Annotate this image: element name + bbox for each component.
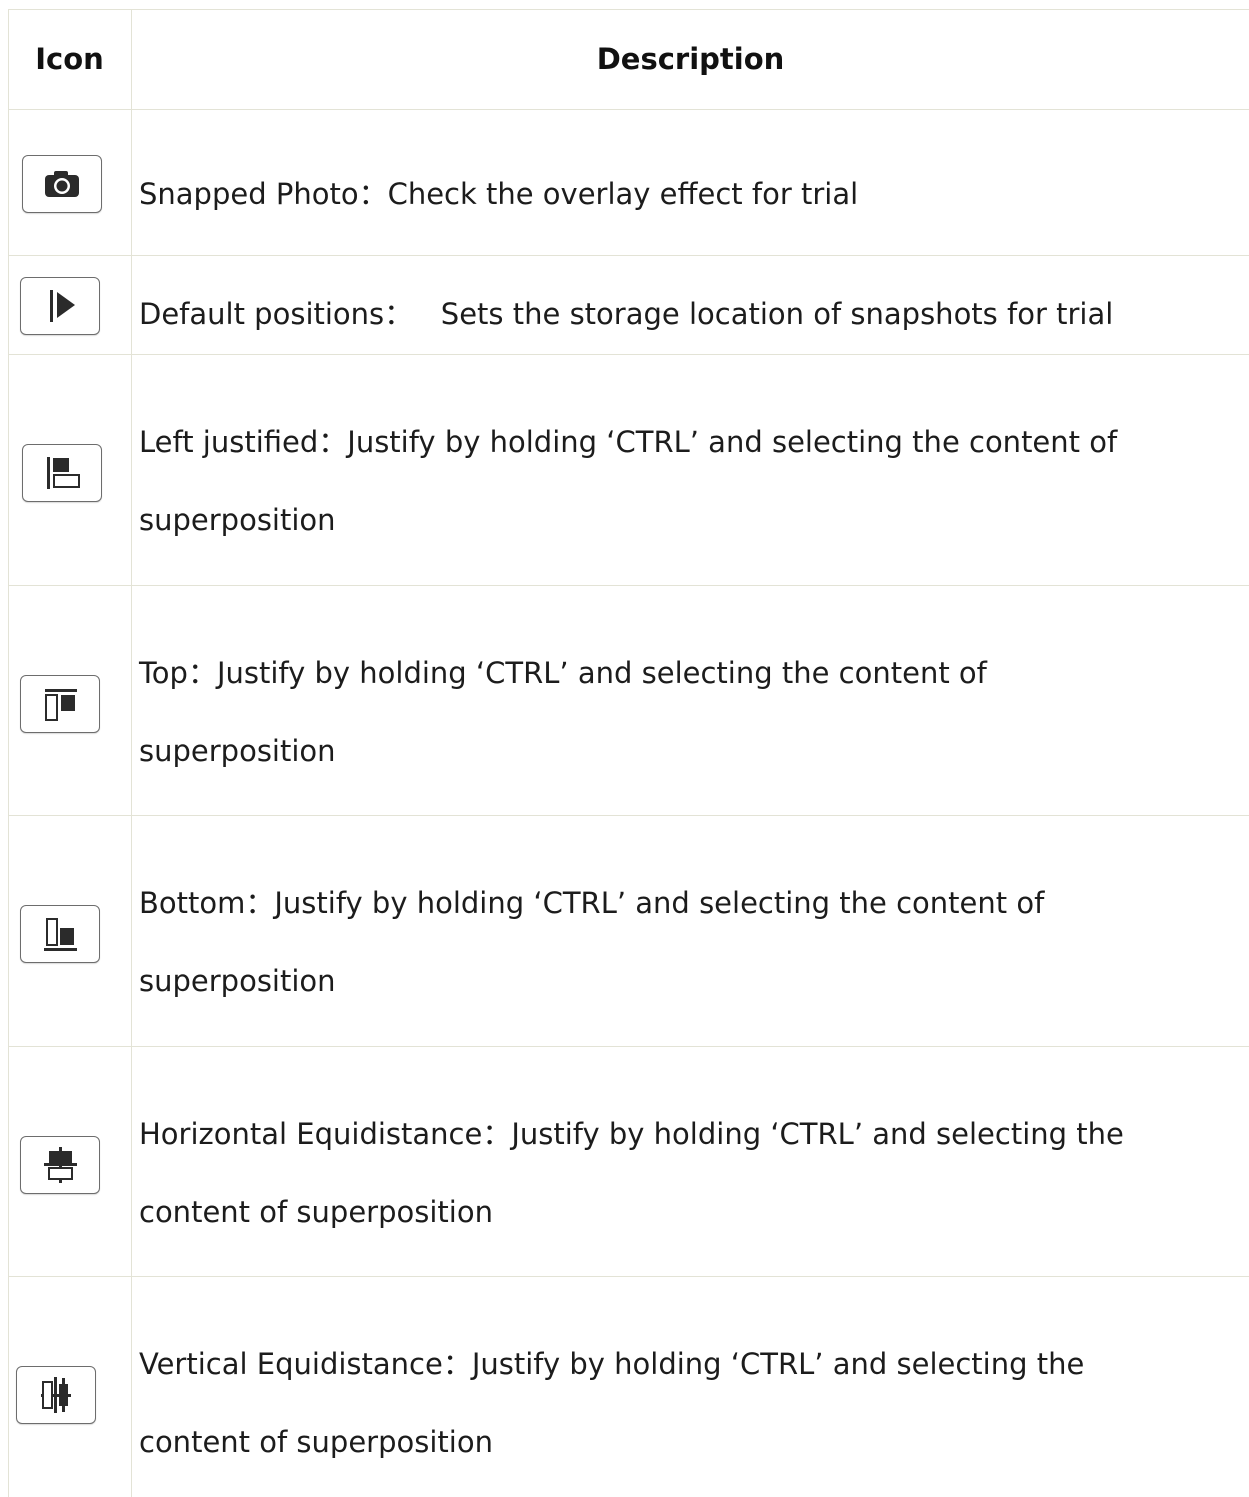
align-left-icon	[47, 457, 80, 489]
bottom-justify-description: Bottom：Justify by holding ‘CTRL’ and sel…	[139, 886, 1045, 920]
table-row: Default positions： Sets the storage loca…	[8, 256, 1249, 355]
horizontal-equidistance-icon	[44, 1147, 77, 1183]
top-justify-description-continued: superposition	[139, 734, 336, 768]
align-top-icon	[45, 689, 77, 721]
icon-description-table: Icon Description Snapped Photo：Check the…	[0, 0, 1249, 1497]
top-justify-button[interactable]	[20, 675, 100, 733]
vertical-equidistance-description-continued: content of superposition	[139, 1425, 493, 1459]
align-bottom-icon	[44, 918, 77, 951]
bottom-justify-button[interactable]	[20, 905, 100, 963]
table-header-row: Icon Description	[8, 9, 1249, 110]
horizontal-equidistance-description-continued: content of superposition	[139, 1195, 493, 1229]
horizontal-equidistance-description: Horizontal Equidistance：Justify by holdi…	[139, 1117, 1124, 1151]
snapped-photo-description: Snapped Photo：Check the overlay effect f…	[139, 177, 859, 211]
vertical-equidistance-button[interactable]	[16, 1366, 96, 1424]
top-justify-description: Top：Justify by holding ‘CTRL’ and select…	[139, 656, 987, 690]
horizontal-equidistance-button[interactable]	[20, 1136, 100, 1194]
description-column-header: Description	[596, 42, 785, 76]
default-positions-button[interactable]	[20, 277, 100, 335]
default-positions-description: Default positions： Sets the storage loca…	[139, 297, 1114, 331]
table-row: Horizontal Equidistance：Justify by holdi…	[8, 1047, 1249, 1277]
vertical-equidistance-icon	[41, 1377, 71, 1413]
icon-column-header: Icon	[35, 42, 104, 76]
table-row: Snapped Photo：Check the overlay effect f…	[8, 109, 1249, 256]
play-from-start-icon	[50, 290, 75, 322]
snapped-photo-button[interactable]	[22, 155, 102, 213]
left-justified-button[interactable]	[22, 444, 102, 502]
camera-icon	[45, 171, 79, 197]
table-row: Top：Justify by holding ‘CTRL’ and select…	[8, 586, 1249, 816]
bottom-justify-description-continued: superposition	[139, 964, 336, 998]
table-row: Left justified：Justify by holding ‘CTRL’…	[8, 355, 1249, 586]
left-justified-description: Left justified：Justify by holding ‘CTRL’…	[139, 425, 1118, 459]
table-row: Bottom：Justify by holding ‘CTRL’ and sel…	[8, 816, 1249, 1047]
table-row: Vertical Equidistance：Justify by holding…	[8, 1277, 1249, 1497]
vertical-equidistance-description: Vertical Equidistance：Justify by holding…	[139, 1347, 1085, 1381]
left-justified-description-continued: superposition	[139, 503, 336, 537]
